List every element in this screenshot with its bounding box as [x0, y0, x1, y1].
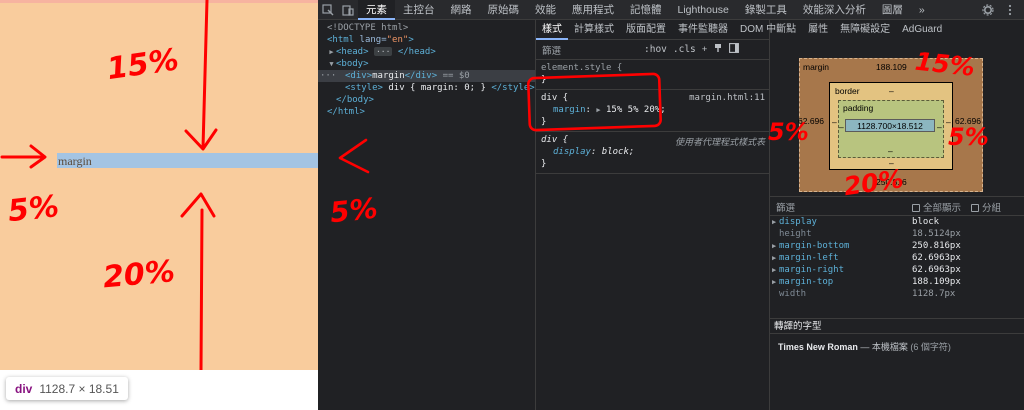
tab-performance[interactable]: 效能: [527, 0, 564, 20]
node-actions-dots[interactable]: ···: [320, 70, 336, 82]
div-text[interactable]: margin: [58, 154, 92, 169]
margin-label: margin: [803, 62, 829, 72]
expand-shorthand-icon[interactable]: ▶: [596, 106, 600, 114]
group-checkbox[interactable]: 分組: [971, 200, 1001, 214]
box-model-padding[interactable]: padding – – – 1128.700×18.512: [838, 100, 944, 158]
styles-filter-bar: 篩選 :hov .cls +: [536, 40, 769, 60]
divider: [770, 196, 1024, 197]
devtools: 元素 主控台 網路 原始碼 效能 應用程式 記憶體 Lighthouse 錄製工…: [318, 0, 1024, 410]
padding-label: padding: [843, 103, 874, 113]
tree-body-open[interactable]: ▼ <body>: [318, 58, 535, 70]
tab-lighthouse[interactable]: Lighthouse: [670, 0, 737, 20]
show-all-checkbox[interactable]: 全部顯示: [912, 200, 961, 214]
computed-properties-list: ▶ display block height 18.5124px ▶ margin-bo…: [770, 216, 1024, 300]
tab-sources[interactable]: 原始碼: [480, 0, 528, 20]
tab-console[interactable]: 主控台: [395, 0, 443, 20]
page-preview: margin 15% 5% 20% div 1128.7 × 18.51: [0, 0, 318, 410]
rule-div-margin[interactable]: div { margin: ▶ 15% 5% 20%; } margin.htm…: [536, 90, 769, 132]
tree-body-close[interactable]: </body>: [318, 94, 535, 106]
margin-property[interactable]: margin: [553, 105, 586, 115]
styles-pane: 樣式 計算樣式 版面配置 事件監聽器 DOM 中斷點 屬性 無障礙設定 AdGu…: [536, 19, 942, 410]
box-model-margin[interactable]: margin 188.109 62.696 62.696 250.816 bor…: [798, 58, 983, 192]
devtools-top-tabs: 元素 主控台 網路 原始碼 效能 應用程式 記憶體 Lighthouse 錄製工…: [318, 0, 1024, 20]
elements-tree: <!DOCTYPE html> <html lang="en"> ▶ <head>…: [318, 20, 536, 410]
expand-triangle-icon[interactable]: ▶: [327, 46, 336, 58]
rule-element-style[interactable]: element.style { }: [536, 60, 769, 90]
rule-source-link[interactable]: margin.html:11: [689, 93, 765, 103]
rendered-font-row: Times New Roman — 本機檔案 (6 個字符): [778, 342, 951, 352]
tree-style[interactable]: <style> div { margin: 0; } </style>: [318, 82, 535, 94]
computed-prop-height[interactable]: height 18.5124px: [770, 228, 1024, 240]
computed-prop-margin-left[interactable]: ▶ margin-left 62.6963px: [770, 252, 1024, 264]
page-top-edge: [0, 0, 318, 3]
more-tabs-button[interactable]: »: [911, 0, 933, 20]
margin-value[interactable]: 15% 5% 20%: [606, 105, 660, 115]
tab-elements[interactable]: 元素: [358, 0, 395, 20]
sidebar-toggle-icon[interactable]: [729, 43, 740, 56]
tab-application[interactable]: 應用程式: [564, 0, 622, 20]
add-rule-icon[interactable]: +: [702, 44, 708, 55]
margin-top-value[interactable]: 188.109: [876, 62, 907, 72]
paint-icon[interactable]: [713, 43, 723, 56]
computed-prop-display[interactable]: ▶ display block: [770, 216, 1024, 228]
rule-user-agent[interactable]: div { display: block; } 使用者代理程式樣式表: [536, 132, 769, 174]
computed-filter-bar: 篩選 全部顯示 分組: [770, 198, 1024, 216]
computed-prop-margin-bottom[interactable]: ▶ margin-bottom 250.816px: [770, 240, 1024, 252]
kebab-menu-icon[interactable]: [1000, 0, 1020, 20]
tooltip-tag: div: [15, 381, 33, 396]
tree-html-open[interactable]: <html lang="en">: [318, 34, 535, 46]
tab-computed[interactable]: 計算樣式: [568, 20, 620, 40]
styles-filter-input[interactable]: 篩選: [542, 42, 638, 57]
tab-event-listeners[interactable]: 事件監聽器: [672, 20, 734, 40]
computed-prop-margin-right[interactable]: ▶ margin-right 62.6963px: [770, 264, 1024, 276]
inspect-element-icon[interactable]: [318, 0, 338, 20]
tree-html-close[interactable]: </html>: [318, 106, 535, 118]
computed-pane: margin 188.109 62.696 62.696 250.816 bor…: [770, 20, 1024, 410]
box-model-content[interactable]: 1128.700×18.512: [845, 119, 935, 132]
collapse-triangle-icon[interactable]: ▼: [327, 58, 336, 70]
tooltip-size: 1128.7 × 18.51: [39, 381, 119, 396]
tree-head-collapsed[interactable]: ▶ <head> ··· </head>: [318, 46, 535, 58]
rendered-fonts-header[interactable]: 轉譯的字型: [770, 318, 1024, 334]
cls-toggle[interactable]: .cls: [673, 44, 696, 55]
collapsed-ellipsis[interactable]: ···: [373, 47, 393, 56]
box-model-border[interactable]: border – – – – padding – – – 1128.700×18…: [829, 82, 953, 170]
user-agent-stylesheet-label: 使用者代理程式樣式表: [674, 138, 765, 148]
computed-filter-input[interactable]: 篩選: [776, 200, 912, 214]
tree-div-selected[interactable]: ··· <div>margin</div> == $0: [318, 70, 535, 82]
margin-left-value[interactable]: 62.696: [798, 116, 824, 126]
margin-right-value[interactable]: 62.696: [955, 116, 981, 126]
tab-memory[interactable]: 記憶體: [622, 0, 670, 20]
tab-layers[interactable]: 圖層: [874, 0, 911, 20]
margin-bottom-value[interactable]: 250.816: [876, 177, 907, 187]
computed-prop-margin-top[interactable]: ▶ margin-top 188.109px: [770, 276, 1024, 288]
border-label: border: [835, 86, 860, 96]
hov-toggle[interactable]: :hov: [644, 44, 667, 55]
div-content-highlight[interactable]: [57, 153, 318, 168]
tab-network[interactable]: 網路: [443, 0, 480, 20]
computed-prop-width[interactable]: width 1128.7px: [770, 288, 1024, 300]
styles-subtabs: 樣式 計算樣式 版面配置 事件監聽器 DOM 中斷點 屬性 無障礙設定 AdGu…: [536, 19, 942, 40]
tab-layout[interactable]: 版面配置: [620, 20, 672, 40]
gear-icon[interactable]: [978, 0, 998, 20]
element-tooltip: div 1128.7 × 18.51: [6, 377, 128, 400]
tree-doctype[interactable]: <!DOCTYPE html>: [318, 22, 535, 34]
tab-performance-insights[interactable]: 效能深入分析: [795, 0, 874, 20]
margin-highlight-overlay: [0, 0, 318, 370]
tab-styles[interactable]: 樣式: [536, 19, 568, 40]
device-toolbar-icon[interactable]: [338, 0, 358, 20]
tab-recorder[interactable]: 錄製工具: [737, 0, 795, 20]
